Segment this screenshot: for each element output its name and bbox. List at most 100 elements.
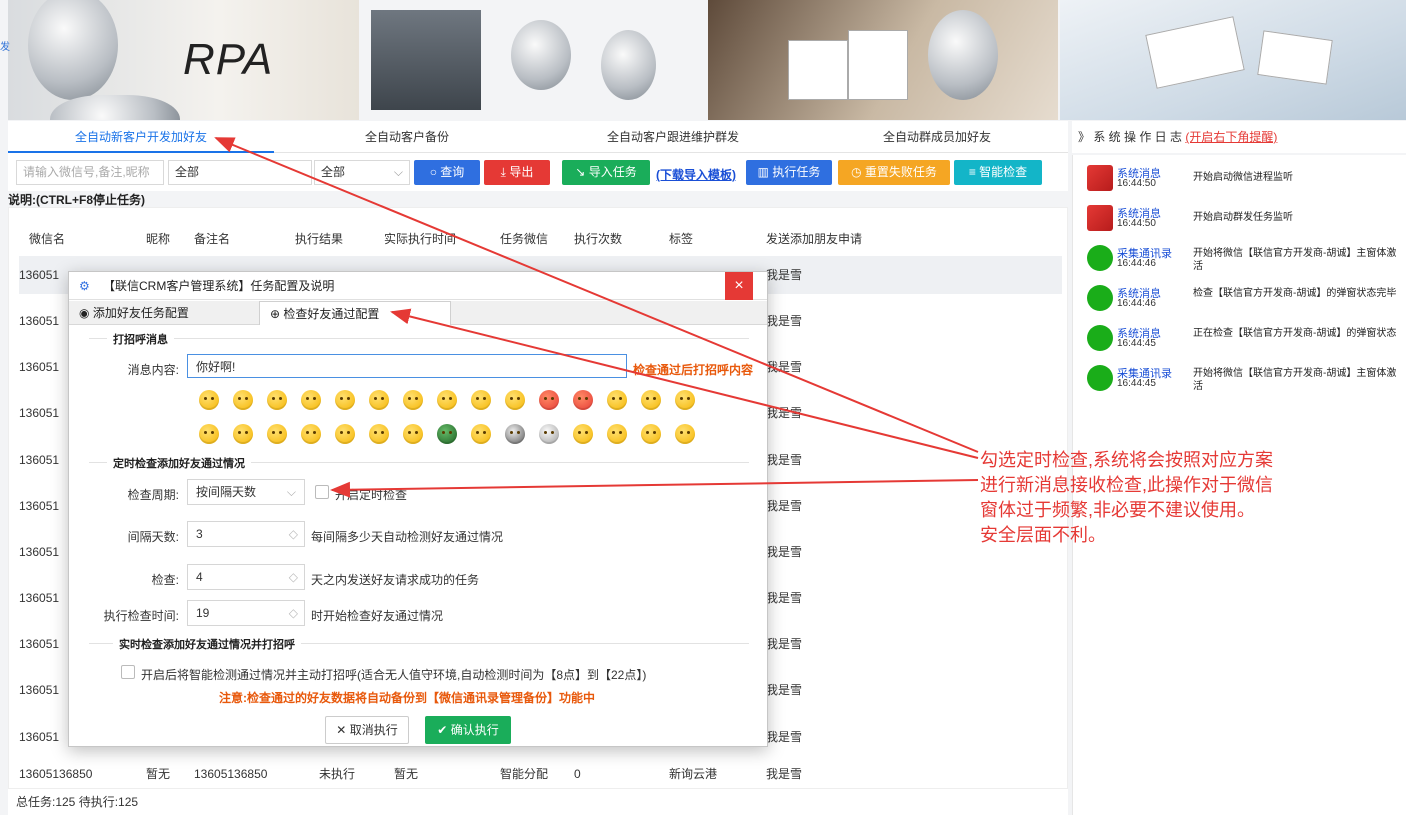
spinner-icon[interactable]: ◇ [289,522,298,546]
tab-add-friend-label: 添加好友任务配置 [92,306,189,320]
ninja-emoji-icon[interactable] [573,424,593,444]
dialog-title-bar[interactable]: ⚙ 【联信CRM客户管理系统】任务配置及说明 [69,272,767,300]
check-label: 检查: [151,573,179,587]
dizzy-emoji-icon[interactable] [301,424,321,444]
tab-add-friend-config[interactable]: ◉ 添加好友任务配置 [79,301,259,325]
wechat-icon [1087,285,1113,311]
task-config-dialog: ⚙ 【联信CRM客户管理系统】任务配置及说明 × ◉ 添加好友任务配置 ⊕ 检查… [68,271,768,747]
timer-checkbox-label[interactable]: 开启定时检查 [335,486,407,503]
col-exec-time[interactable]: 实际执行时间 [384,230,456,247]
timer-checkbox[interactable] [315,485,329,499]
realtime-checkbox-label[interactable]: 开启后将智能检测通过情况并主动打招呼(适合无人值守环境,自动检测时间为【8点】到… [141,666,646,683]
status-bar: 总任务:125 待执行:125 [8,789,1068,815]
surprised-emoji-icon[interactable] [301,390,321,410]
close-button[interactable]: × [725,272,753,300]
run-task-button[interactable]: ▥ 执行任务 [746,160,832,185]
filter-select-1[interactable]: 全部 [168,160,312,185]
section-scheduled-check: 定时检查添加好友通过情况 [107,455,251,471]
smile-emoji-icon[interactable] [199,390,219,410]
row-request: 我是雪 [766,545,803,559]
check-days-input[interactable]: 4 ◇ [187,564,305,590]
log-time: 16:44:50 [1117,178,1156,189]
cancel-button[interactable]: ✕ 取消执行 [325,716,409,744]
filter-icon: ≡ [968,165,980,179]
tab-new-customer[interactable]: 全自动新客户开发加好友 [8,121,274,153]
blush-emoji-icon[interactable] [335,424,355,444]
download-template-link[interactable]: (下载导入模板) [656,166,736,183]
row-tag: 新询云港 [669,767,718,781]
mute-emoji-icon[interactable] [437,390,457,410]
col-exec-count[interactable]: 执行次数 [574,230,622,247]
log-item: 采集通讯录 16:44:46 开始将微信【联信官方开发商-胡诚】主窗体激活 [1087,245,1397,281]
confirm-button[interactable]: ✔ 确认执行 [425,716,511,744]
col-result[interactable]: 执行结果 [295,230,343,247]
cool-hat-emoji-icon[interactable] [437,424,457,444]
sleeping-emoji-icon[interactable] [471,424,491,444]
message-content-label: 消息内容: [127,363,179,377]
tab-check-pass-config[interactable]: ⊕ 检查好友通过配置 [259,301,451,325]
row-wechat-name: 136051 [19,499,60,513]
tab-customer-followup[interactable]: 全自动客户跟进维护群发 [540,121,806,153]
sweat-emoji-icon[interactable] [471,390,491,410]
clap-emoji-icon[interactable] [641,424,661,444]
col-task-wechat[interactable]: 任务微信 [500,230,548,247]
message-content-input[interactable]: 你好啊! [187,354,627,378]
reset-failed-button[interactable]: ◷ 重置失败任务 [838,160,950,185]
skull-face-emoji-icon[interactable] [505,424,525,444]
filter-select-2[interactable]: 全部 ⌵ [314,160,410,185]
import-task-button[interactable]: ↘ 导入任务 [562,160,650,185]
section-realtime-check: 实时检查添加好友通过情况并打招呼 [113,636,301,652]
skull-emoji-icon[interactable] [539,424,559,444]
giggle-emoji-icon[interactable] [675,424,695,444]
reset-failed-label: 重置失败任务 [864,165,937,179]
row-wechat-name: 136051 [19,637,60,651]
period-select[interactable]: 按间隔天数 ⌵ [187,479,305,505]
grin-emoji-icon[interactable] [641,390,661,410]
log-time: 16:44:46 [1117,298,1156,309]
smart-check-button[interactable]: ≡ 智能检查 [954,160,1042,185]
angry-emoji-icon[interactable] [539,390,559,410]
query-button[interactable]: ○ 查询 [414,160,480,185]
interval-input[interactable]: 3 ◇ [187,521,305,547]
crying-emoji-icon[interactable] [369,390,389,410]
spinner-icon[interactable]: ◇ [289,601,298,625]
search-input[interactable]: 请输入微信号,备注,昵称 [16,160,164,185]
table-row[interactable]: 13605136850 暂无 13605136850 未执行 暂无 智能分配 0… [19,764,1062,790]
exec-time-desc: 时开始检查好友通过情况 [311,609,444,623]
enable-notify-link[interactable]: (开启右下角提醒) [1185,130,1277,144]
col-wechat-name[interactable]: 微信名 [29,230,65,247]
realtime-checkbox[interactable] [121,665,135,679]
laugh-cry-emoji-icon[interactable] [267,424,287,444]
check-desc: 天之内发送好友请求成功的任务 [311,573,480,587]
row-wechat-name: 136051 [19,314,60,328]
grimace-emoji-icon[interactable] [505,390,525,410]
log-time: 16:44:45 [1117,338,1156,349]
sleepy-emoji-icon[interactable] [403,390,423,410]
message-hint: 检查通过后打招呼内容 [633,363,754,377]
exec-time-input[interactable]: 19 ◇ [187,600,305,626]
confused-emoji-icon[interactable] [369,424,389,444]
wechat-icon [1087,325,1113,351]
scared-emoji-icon[interactable] [233,424,253,444]
drool-emoji-icon[interactable] [607,424,627,444]
col-remark[interactable]: 备注名 [194,230,230,247]
heart-eyes-emoji-icon[interactable] [267,390,287,410]
wink-emoji-icon[interactable] [607,390,627,410]
spinner-icon[interactable]: ◇ [289,565,298,589]
worried-emoji-icon[interactable] [233,390,253,410]
export-button[interactable]: ⤓ 导出 [484,160,550,185]
col-nickname[interactable]: 昵称 [146,230,170,247]
columns-icon: ▥ [757,165,773,179]
tab-customer-backup[interactable]: 全自动客户备份 [274,121,540,153]
tab-group-member[interactable]: 全自动群成员加好友 [806,121,1068,153]
col-friend-request[interactable]: 发送添加朋友申请 [766,230,862,247]
happy-emoji-icon[interactable] [403,424,423,444]
sad-emoji-icon[interactable] [199,424,219,444]
shock-emoji-icon[interactable] [675,390,695,410]
row-nickname: 暂无 [146,767,171,781]
sunglasses-emoji-icon[interactable] [335,390,355,410]
rage-emoji-icon[interactable] [573,390,593,410]
row-request: 我是雪 [766,360,803,374]
log-header: 》 系 统 操 作 日 志 (开启右下角提醒) [1072,121,1406,153]
col-tag[interactable]: 标签 [669,230,693,247]
